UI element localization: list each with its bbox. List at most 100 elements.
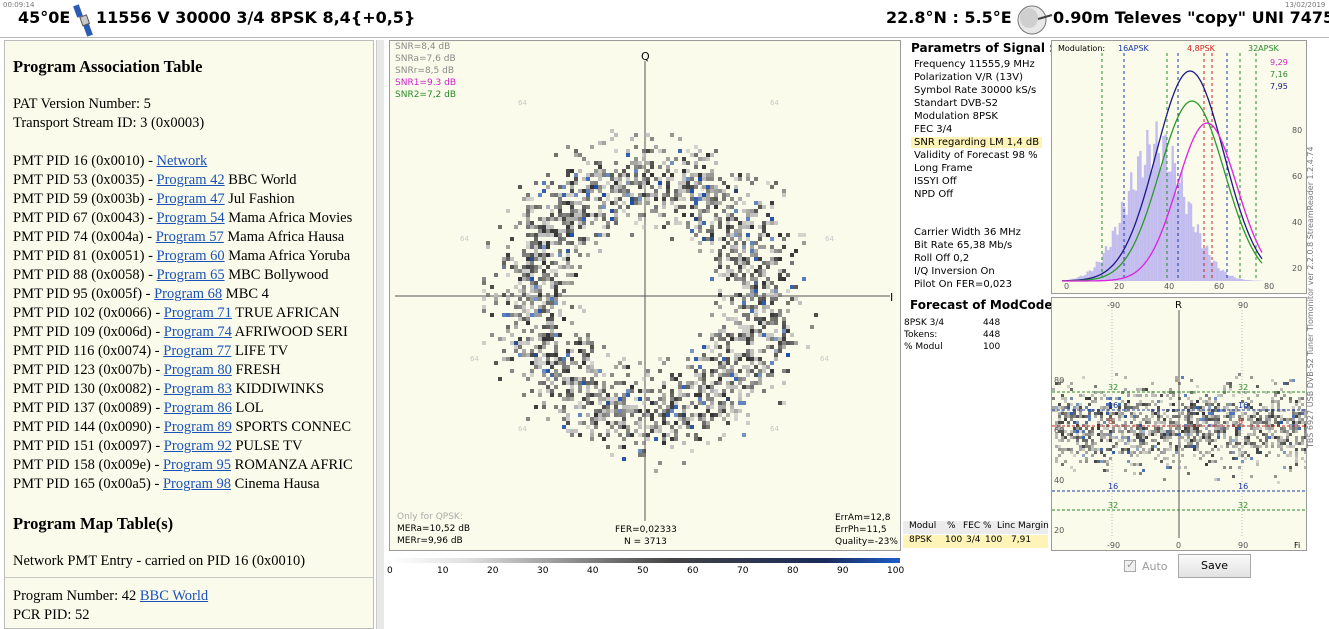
param-line: Standart DVB-S2	[914, 98, 998, 109]
vertical-splitter[interactable]	[376, 40, 384, 629]
program-link[interactable]: Program 77	[163, 343, 231, 359]
program-name: Cinema Hausa	[231, 476, 320, 492]
hist-value-3: 7,95	[1270, 82, 1288, 91]
top-status-bar: 00:09:14 13/02/2019 45°0E 11556 V 30000 …	[0, 0, 1329, 38]
level-label: 32	[1108, 501, 1118, 510]
col-modul: Modul	[909, 521, 937, 531]
param-line: FEC 3/4	[914, 124, 953, 135]
forecast-value: 448	[983, 318, 1001, 328]
level-label: 32	[1108, 383, 1118, 392]
scale-tick: 10	[437, 566, 449, 576]
program-link[interactable]: Program 54	[157, 210, 225, 226]
snr-line: SNR=8,4 dB	[395, 42, 451, 52]
pmt-pid-label: PMT PID 144 (0x0090) -	[13, 419, 164, 435]
pmt-pid-label: PMT PID 109 (0x006d) -	[13, 324, 164, 340]
level-label: 16	[1238, 401, 1248, 410]
fer-value: FER=0,02333	[615, 525, 677, 535]
ring-label: 64	[470, 355, 479, 363]
program-link[interactable]: Program 80	[164, 362, 232, 378]
phase-panel: 32 32 16 16 8 8 16 16 32 32 R -90 90 -90 0 90 Fi 80 60 40 20	[1051, 297, 1307, 551]
ring-label: 64	[460, 235, 469, 243]
scale-tick: 20	[487, 566, 499, 576]
hist-x-tick: 20	[1114, 282, 1124, 291]
param-line: I/Q Inversion On	[914, 266, 995, 277]
program-link[interactable]: Program 83	[164, 381, 232, 397]
pmt-row: PMT PID 53 (0x0035) - Program 42 BBC Wor…	[13, 171, 296, 190]
err-ph-value: ErrPh=11,5	[835, 525, 887, 535]
program-link[interactable]: Program 71	[164, 305, 232, 321]
program-link[interactable]: Network	[157, 153, 208, 169]
pat-title: Program Association Table	[13, 57, 203, 76]
param-line: Bit Rate 65,38 Mb/s	[914, 240, 1013, 251]
program-link[interactable]: Program 42	[157, 172, 225, 188]
program-link[interactable]: Program 89	[164, 419, 232, 435]
cell-fec: 3/4	[966, 535, 981, 545]
program-name: SPORTS CONNEC	[231, 419, 352, 435]
mod-16apsk: 16APSK	[1118, 44, 1150, 53]
program-name: Mama Africa Yoruba	[224, 248, 351, 264]
forecast-row: % Modul 100	[904, 342, 1000, 352]
col-fec: FEC %	[963, 521, 992, 531]
auto-checkbox[interactable]	[1124, 558, 1136, 572]
program-name: MBC Bollywood	[224, 267, 329, 283]
ring-label: 64	[518, 425, 527, 433]
program-link[interactable]: BBC World	[140, 588, 208, 604]
hist-x-tick: 80	[1264, 282, 1274, 291]
cell-modul: 8PSK	[909, 535, 932, 545]
bottom-tick: -90	[1107, 541, 1120, 550]
program-link[interactable]: Program 47	[157, 191, 225, 207]
pmt-row: PMT PID 67 (0x0043) - Program 54 Mama Af…	[13, 209, 352, 228]
program-number: Program Number: 42 BBC World	[13, 587, 208, 606]
forecast-value: 448	[983, 330, 1001, 340]
pmt-pid-label: PMT PID 130 (0x0082) -	[13, 381, 164, 397]
param-line: SNR regarding LM 1,4 dB	[911, 137, 1043, 148]
dish-info: 0.90m Televes "copy" UNI 7475	[1053, 8, 1329, 27]
program-name: KIDDIWINKS	[231, 381, 325, 397]
mod-48psk: 4,8PSK	[1187, 44, 1216, 53]
phase-y-tick: 40	[1054, 476, 1064, 485]
ring-label: 64	[820, 355, 829, 363]
program-link[interactable]: Program 57	[156, 229, 224, 245]
pmt-row: PMT PID 116 (0x0074) - Program 77 LIFE T…	[13, 342, 288, 361]
param-line: Frequency 11555,9 MHz	[914, 59, 1035, 70]
hist-x-tick: 60	[1214, 282, 1224, 291]
divider	[5, 577, 373, 578]
dish-icon	[1012, 5, 1056, 35]
constellation-panel: 64646464646464646464 SNR=8,4 dBSNRa=7,6 …	[389, 40, 901, 551]
program-link[interactable]: Program 95	[163, 457, 231, 473]
program-link[interactable]: Program 65	[157, 267, 225, 283]
pmt-pid-label: PMT PID 88 (0x0058) -	[13, 267, 157, 283]
program-name: Mama Africa Hausa	[223, 229, 345, 245]
pmt-pid-label: PMT PID 151 (0x0097) -	[13, 438, 164, 454]
forecast-key: Tokens:	[904, 330, 938, 340]
program-link[interactable]: Program 92	[164, 438, 232, 454]
program-link[interactable]: Program 74	[164, 324, 232, 340]
pmt-row: PMT PID 102 (0x0066) - Program 71 TRUE A…	[13, 304, 340, 323]
snr-line: SNRr=8,5 dB	[395, 66, 455, 76]
modcode-header: Modul % FEC % Linc Margin	[903, 521, 1049, 534]
program-link[interactable]: Program 60	[157, 248, 225, 264]
program-name: LOL	[231, 400, 264, 416]
program-link[interactable]: Program 68	[154, 286, 222, 302]
save-button[interactable]: Save	[1178, 554, 1251, 578]
program-name: BBC World	[224, 172, 297, 188]
program-link[interactable]: Program 98	[163, 476, 231, 492]
hist-x-tick: 40	[1164, 282, 1174, 291]
modcode-table: Modul % FEC % Linc Margin 8PSK 100 3/4 1…	[903, 521, 1049, 549]
hist-y-tick: 20	[1292, 264, 1302, 273]
histogram-panel: 0 20 40 60 80 80 60 40 20 Modulation: 16APSK 4,8PSK…	[1051, 40, 1307, 294]
program-link[interactable]: Program 86	[164, 400, 232, 416]
pmt-pid-label: PMT PID 67 (0x0043) -	[13, 210, 157, 226]
scale-tick: 50	[637, 566, 649, 576]
pmt-row: PMT PID 95 (0x005f) - Program 68 MBC 4	[13, 285, 269, 304]
pat-version: PAT Version Number: 5	[13, 96, 151, 112]
satellite-position: 45°0E	[18, 8, 71, 27]
pmt-pid-label: PMT PID 123 (0x007b) -	[13, 362, 164, 378]
phase-y-tick: 60	[1054, 426, 1064, 435]
forecast-row: Tokens: 448	[904, 330, 1000, 340]
cell-fec-pct: 100	[985, 535, 1003, 545]
bottom-tick: 90	[1238, 541, 1248, 550]
level-label: 8	[1238, 417, 1243, 426]
scale-tick: 30	[537, 566, 549, 576]
pmt-row: PMT PID 130 (0x0082) - Program 83 KIDDIW…	[13, 380, 324, 399]
